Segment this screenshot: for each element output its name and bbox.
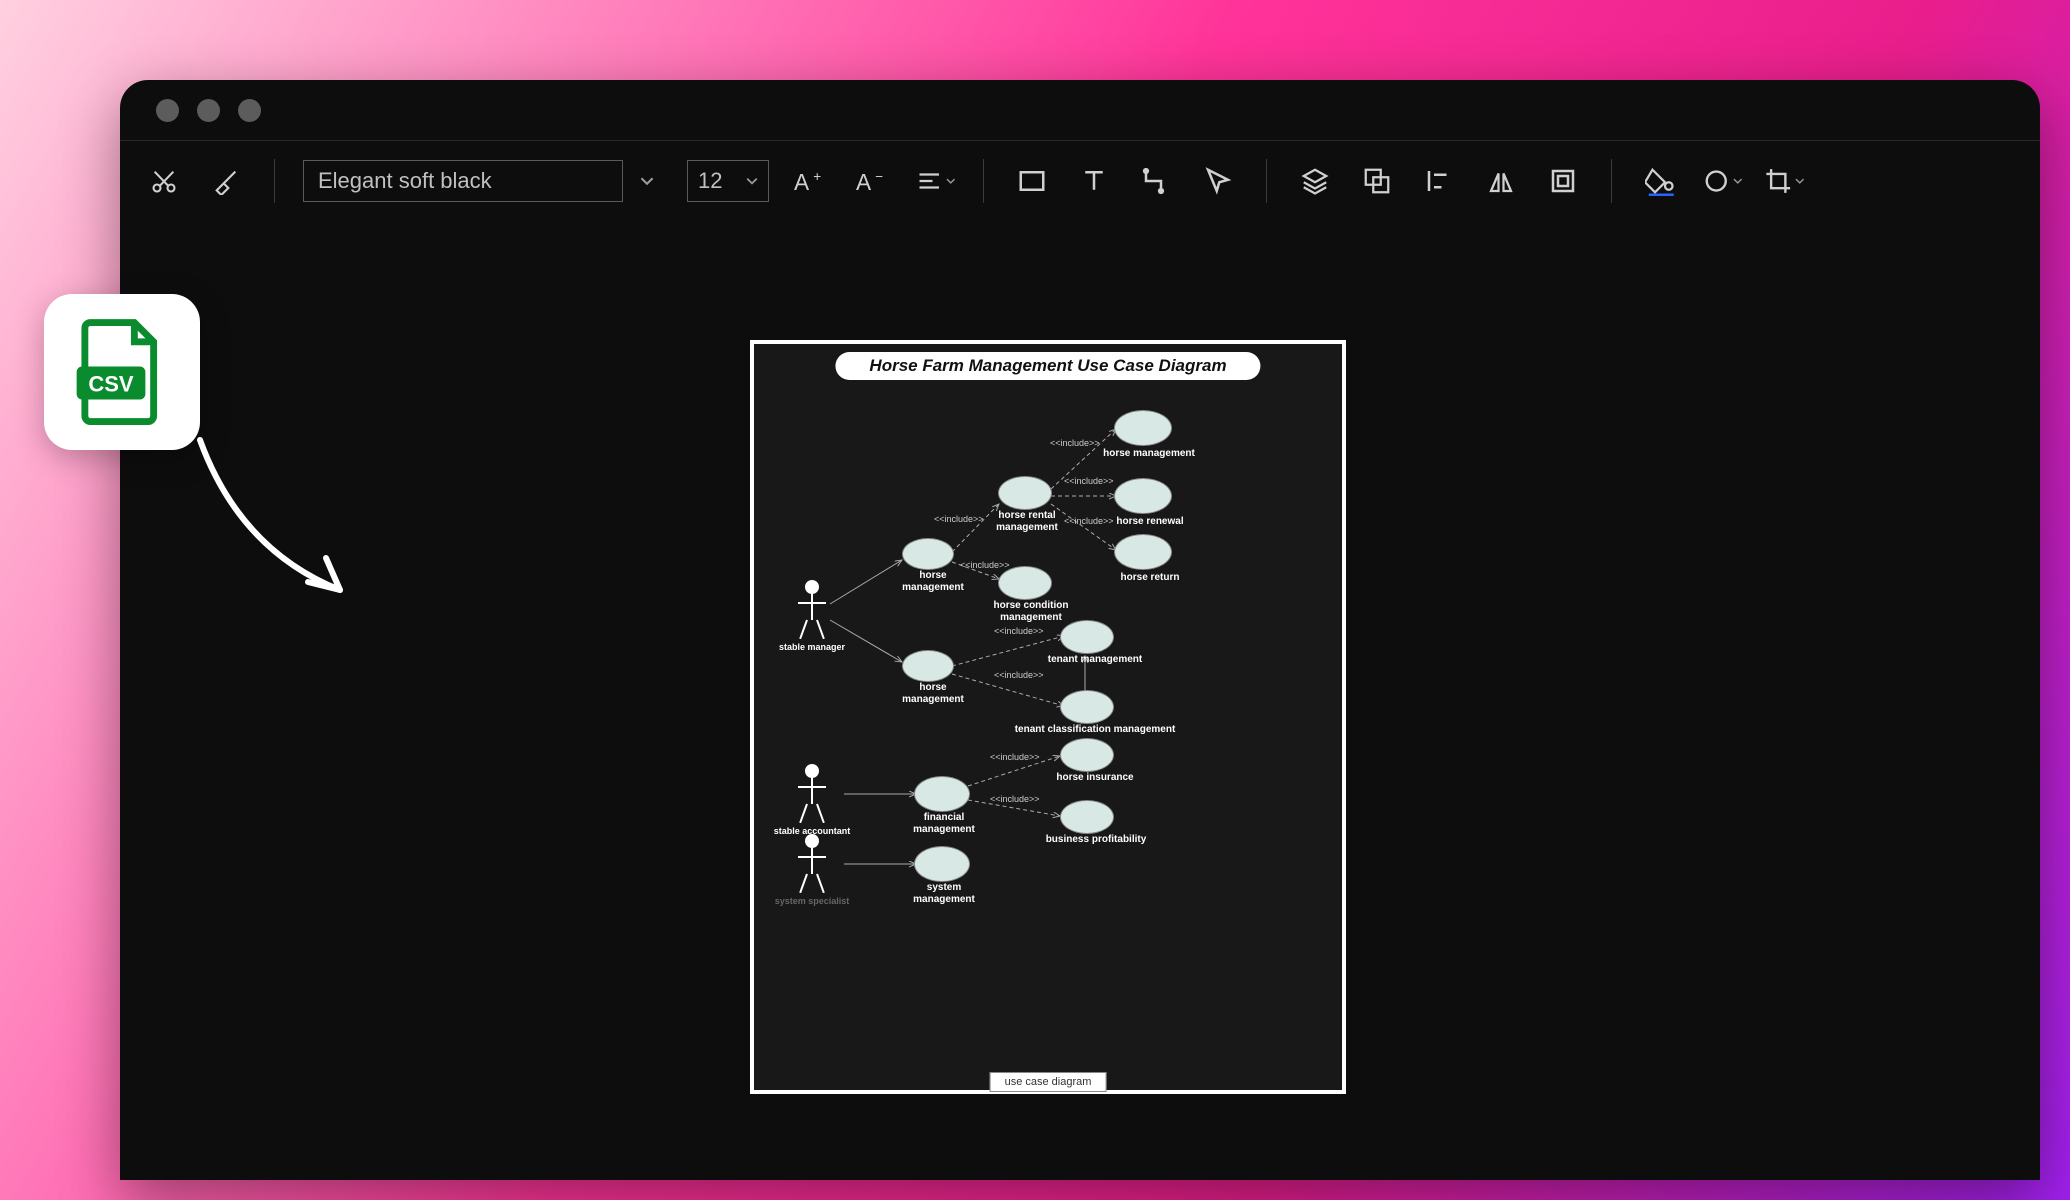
include-label: <<include>> [934,514,984,524]
window-minimize-dot[interactable] [197,99,220,122]
frame-icon[interactable] [1543,161,1583,201]
label-horse-insurance: horse insurance [1040,772,1150,784]
svg-text:CSV: CSV [88,371,134,396]
group-icon[interactable] [1357,161,1397,201]
label-horse-management-top: horse management [1094,448,1204,460]
csv-icon: CSV [72,317,172,427]
include-label: <<include>> [1064,476,1114,486]
toolbar: Elegant soft black 12 A+ A− [120,140,2040,220]
label-horse-renewal: horse renewal [1100,516,1200,528]
svg-text:+: + [813,169,821,184]
flip-icon[interactable] [1481,161,1521,201]
use-case-horse-insurance[interactable] [1060,738,1114,772]
font-size-select[interactable]: 12 [687,160,769,202]
use-case-tenant-classification[interactable] [1060,690,1114,724]
font-family-value: Elegant soft black [318,168,492,194]
include-label: <<include>> [1064,516,1114,526]
svg-text:A: A [856,169,872,195]
decrease-font-icon[interactable]: A− [853,161,893,201]
label-horse-management-1: horse management [888,570,978,593]
actor-label-system-specialist: system specialist [775,896,850,906]
window-close-dot[interactable] [156,99,179,122]
label-business-profitability: business profitability [1026,834,1166,846]
actor-stable-accountant[interactable]: stable accountant [792,764,832,838]
use-case-horse-renewal[interactable] [1114,478,1172,514]
cut-icon[interactable] [144,161,184,201]
diagram-title: Horse Farm Management Use Case Diagram [835,352,1260,380]
align-objects-icon[interactable] [1419,161,1459,201]
canvas[interactable]: Horse Farm Management Use Case Diagram [120,220,2040,1180]
csv-file-badge[interactable]: CSV [44,294,200,450]
drag-arrow-icon [180,430,400,620]
actor-system-specialist[interactable]: system specialist [792,834,832,908]
toolbar-divider [1266,159,1267,203]
layers-icon[interactable] [1295,161,1335,201]
diagram-connectors [754,344,1350,1098]
shape-fill-icon[interactable] [1702,161,1742,201]
include-label: <<include>> [990,794,1040,804]
include-label: <<include>> [960,560,1010,570]
fill-icon[interactable] [1640,161,1680,201]
include-label: <<include>> [994,670,1044,680]
toolbar-divider [274,159,275,203]
align-icon[interactable] [915,161,955,201]
label-system-management: system management [894,882,994,905]
font-family-select[interactable]: Elegant soft black [303,160,623,202]
use-case-business-profitability[interactable] [1060,800,1114,834]
use-case-system-management[interactable] [914,846,970,882]
titlebar [120,80,2040,140]
use-case-financial-management[interactable] [914,776,970,812]
use-case-horse-rental-management[interactable] [998,476,1052,510]
font-select-group: Elegant soft black [303,160,665,202]
label-tenant-classification: tenant classification management [1000,724,1190,736]
diagram-footer: use case diagram [990,1072,1107,1092]
svg-text:A: A [794,169,810,195]
use-case-horse-management-1[interactable] [902,538,954,570]
crop-icon[interactable] [1764,161,1804,201]
diagram-document[interactable]: Horse Farm Management Use Case Diagram [750,340,1346,1094]
include-label: <<include>> [1050,438,1100,448]
increase-font-icon[interactable]: A+ [791,161,831,201]
paint-icon[interactable] [206,161,246,201]
font-family-caret[interactable] [629,160,665,202]
label-horse-condition-management: horse condition management [976,600,1086,623]
label-tenant-management: tenant management [1030,654,1160,666]
font-size-value: 12 [698,168,722,194]
use-case-horse-management[interactable] [1114,410,1172,446]
use-case-tenant-management[interactable] [1060,620,1114,654]
label-horse-return: horse return [1100,572,1200,584]
actor-stable-manager[interactable]: stable manager [792,580,832,654]
label-horse-management-2: horse management [888,682,978,705]
rectangle-icon[interactable] [1012,161,1052,201]
connector-icon[interactable] [1136,161,1176,201]
app-window: Elegant soft black 12 A+ A− [120,80,2040,1180]
include-label: <<include>> [994,626,1044,636]
actor-label-stable-manager: stable manager [779,642,845,652]
cursor-icon[interactable] [1198,161,1238,201]
toolbar-divider [983,159,984,203]
label-horse-rental-management: horse rental management [982,510,1072,533]
window-maximize-dot[interactable] [238,99,261,122]
use-case-horse-condition-management[interactable] [998,566,1052,600]
include-label: <<include>> [990,752,1040,762]
toolbar-divider [1611,159,1612,203]
svg-text:−: − [875,169,883,184]
text-icon[interactable] [1074,161,1114,201]
use-case-horse-management-2[interactable] [902,650,954,682]
label-financial-management: financial management [894,812,994,835]
use-case-horse-return[interactable] [1114,534,1172,570]
